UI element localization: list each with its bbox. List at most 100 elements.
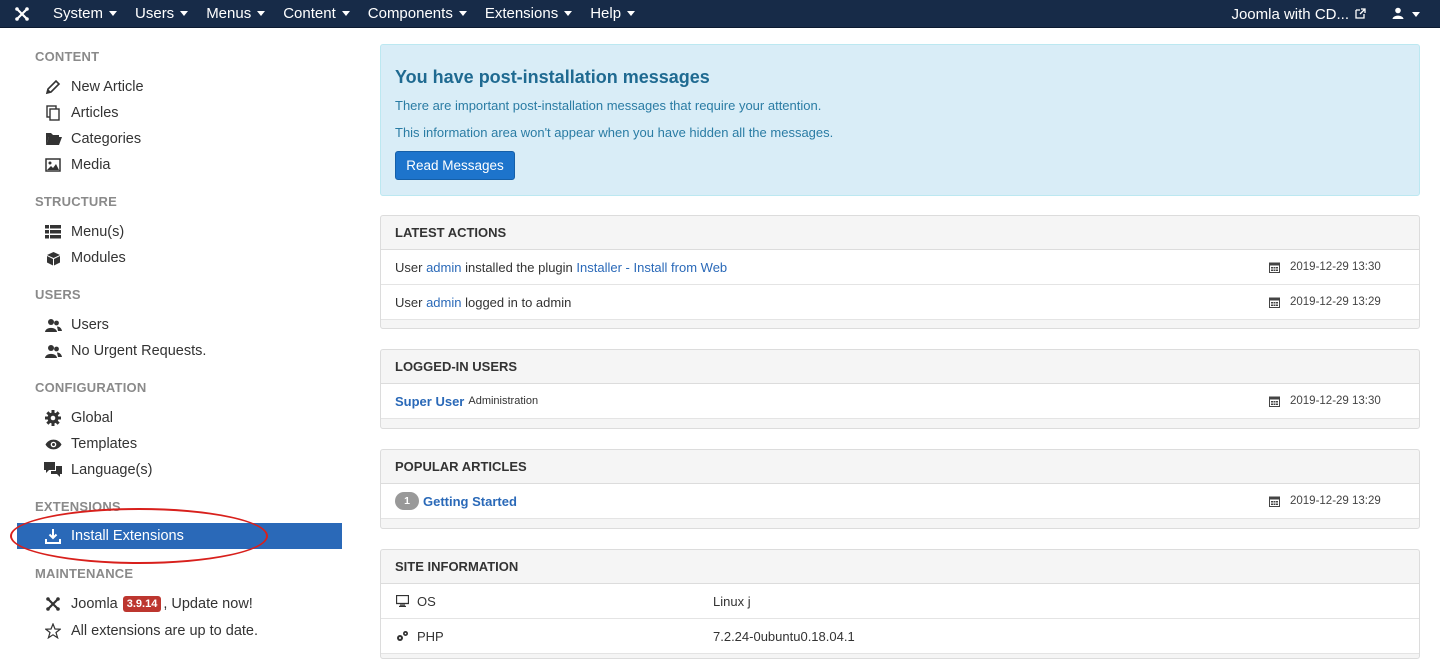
sidebar-item-users[interactable]: Users — [44, 314, 109, 336]
info-label: OS — [417, 593, 436, 609]
cube-icon — [44, 249, 62, 267]
sidebar-item-label: Install Extensions — [71, 528, 184, 544]
sidebar-item-modules[interactable]: Modules — [44, 247, 126, 269]
cogs-icon — [395, 629, 409, 643]
section-title-structure: STRUCTURE — [35, 194, 117, 209]
plugin-link[interactable]: Installer - Install from Web — [576, 260, 727, 275]
panel-title: LOGGED-IN USERS — [381, 350, 1419, 384]
read-messages-button[interactable]: Read Messages — [395, 151, 515, 180]
caret-down-icon — [1412, 11, 1420, 17]
hits-badge: 1 — [395, 492, 419, 510]
navbar-right: Joomla with CD... — [1219, 0, 1440, 28]
folder-open-icon — [44, 130, 62, 148]
table-row: PHP 7.2.24-0ubuntu0.18.04.1 — [381, 619, 1419, 654]
sidebar-item-menus[interactable]: Menu(s) — [44, 221, 124, 243]
caret-down-icon — [180, 11, 189, 16]
main-menu: System Users Menus Content Components Ex… — [44, 0, 644, 28]
sidebar-item-global[interactable]: Global — [44, 407, 113, 429]
download-icon — [44, 527, 62, 545]
calendar-icon — [1269, 496, 1280, 507]
caret-down-icon — [627, 11, 636, 16]
logged-in-users-panel: LOGGED-IN USERS Super User Administratio… — [380, 349, 1420, 429]
site-link[interactable]: Joomla with CD... — [1219, 6, 1378, 23]
user-link[interactable]: admin — [426, 295, 461, 310]
gear-icon — [44, 409, 62, 427]
top-navbar: System Users Menus Content Components Ex… — [0, 0, 1440, 28]
sidebar-item-label: Modules — [71, 250, 126, 266]
menu-label: Menus — [206, 5, 252, 22]
caret-down-icon — [458, 11, 467, 16]
external-link-icon — [1355, 6, 1366, 23]
section-title-extensions: EXTENSIONS — [35, 499, 121, 514]
row-date: 2019-12-29 13:29 — [1269, 495, 1381, 507]
sidebar-item-install-extensions[interactable]: Install Extensions — [17, 523, 342, 549]
menu-label: Components — [367, 5, 453, 22]
section-title-users: USERS — [35, 287, 81, 302]
sidebar-item-label: No Urgent Requests. — [71, 343, 207, 359]
sidebar-item-label: Global — [71, 410, 113, 426]
row-text: User — [395, 294, 427, 310]
row-text: installed the plugin — [461, 259, 577, 275]
table-row: User admin logged in to admin 2019-12-29… — [381, 285, 1419, 320]
section-title-maintenance: MAINTENANCE — [35, 566, 134, 581]
update-now-label: , Update now! — [163, 596, 253, 612]
user-menu[interactable] — [1378, 6, 1440, 22]
menu-extensions[interactable]: Extensions — [476, 0, 581, 28]
sidebar-item-label: New Article — [71, 79, 144, 95]
sidebar-item-no-urgent-requests[interactable]: No Urgent Requests. — [44, 340, 206, 362]
table-row: Super User Administration 2019-12-29 13:… — [381, 384, 1419, 419]
sidebar-item-media[interactable]: Media — [44, 154, 111, 176]
sidebar-item-extensions-up-to-date[interactable]: All extensions are up to date. — [44, 620, 258, 642]
sidebar-item-articles[interactable]: Articles — [44, 102, 119, 124]
sidebar-item-new-article[interactable]: New Article — [44, 76, 144, 98]
section-title-configuration: CONFIGURATION — [35, 380, 147, 395]
calendar-icon — [1269, 396, 1280, 407]
info-value: Linux j — [713, 593, 751, 609]
calendar-icon — [1269, 297, 1280, 308]
menu-label: Help — [590, 5, 622, 22]
table-row: OS Linux j — [381, 584, 1419, 619]
user-link[interactable]: admin — [426, 260, 461, 275]
sidebar-item-label: Users — [71, 317, 109, 333]
menu-system[interactable]: System — [44, 0, 126, 28]
menu-menus[interactable]: Menus — [197, 0, 274, 28]
sidebar-item-label: Categories — [71, 131, 142, 147]
caret-down-icon — [341, 11, 350, 16]
copy-icon — [44, 104, 62, 122]
row-date: 2019-12-29 13:30 — [1269, 261, 1381, 273]
latest-actions-panel: LATEST ACTIONS User admin installed the … — [380, 215, 1420, 329]
row-date: 2019-12-29 13:29 — [1269, 296, 1381, 308]
pencil-icon — [44, 78, 62, 96]
caret-down-icon — [564, 11, 573, 16]
star-outline-icon — [44, 622, 62, 640]
menu-label: Users — [135, 5, 175, 22]
user-area: Administration — [468, 395, 539, 407]
menu-components[interactable]: Components — [359, 0, 476, 28]
menu-label: Content — [283, 5, 336, 22]
menu-help[interactable]: Help — [581, 0, 644, 28]
version-badge: 3.9.14 — [122, 596, 162, 612]
popular-articles-panel: POPULAR ARTICLES 1 Getting Started 2019-… — [380, 449, 1420, 529]
user-icon — [1392, 6, 1404, 22]
sidebar-item-label: Language(s) — [71, 462, 153, 478]
sidebar-item-label: Templates — [71, 436, 138, 452]
post-install-alert: You have post-installation messages Ther… — [380, 44, 1420, 196]
sidebar-item-joomla-update[interactable]: Joomla 3.9.14 , Update now! — [44, 593, 253, 615]
menu-label: Extensions — [484, 5, 559, 22]
joomla-icon — [44, 595, 62, 613]
sidebar-item-languages[interactable]: Language(s) — [44, 459, 152, 481]
sidebar-item-categories[interactable]: Categories — [44, 128, 141, 150]
article-link[interactable]: Getting Started — [423, 494, 517, 509]
sidebar-item-label: Articles — [71, 105, 119, 121]
joomla-logo-icon[interactable] — [0, 0, 44, 28]
info-value: 7.2.24-0ubuntu0.18.04.1 — [713, 628, 855, 644]
user-link[interactable]: Super User — [395, 394, 464, 409]
alert-text: This information area won't appear when … — [395, 125, 834, 140]
menu-content[interactable]: Content — [274, 0, 359, 28]
row-text: logged in to admin — [461, 294, 572, 310]
caret-down-icon — [257, 11, 266, 16]
sidebar-item-templates[interactable]: Templates — [44, 433, 137, 455]
users-icon — [44, 316, 62, 334]
sidebar-item-label: Media — [71, 157, 111, 173]
menu-users[interactable]: Users — [126, 0, 197, 28]
